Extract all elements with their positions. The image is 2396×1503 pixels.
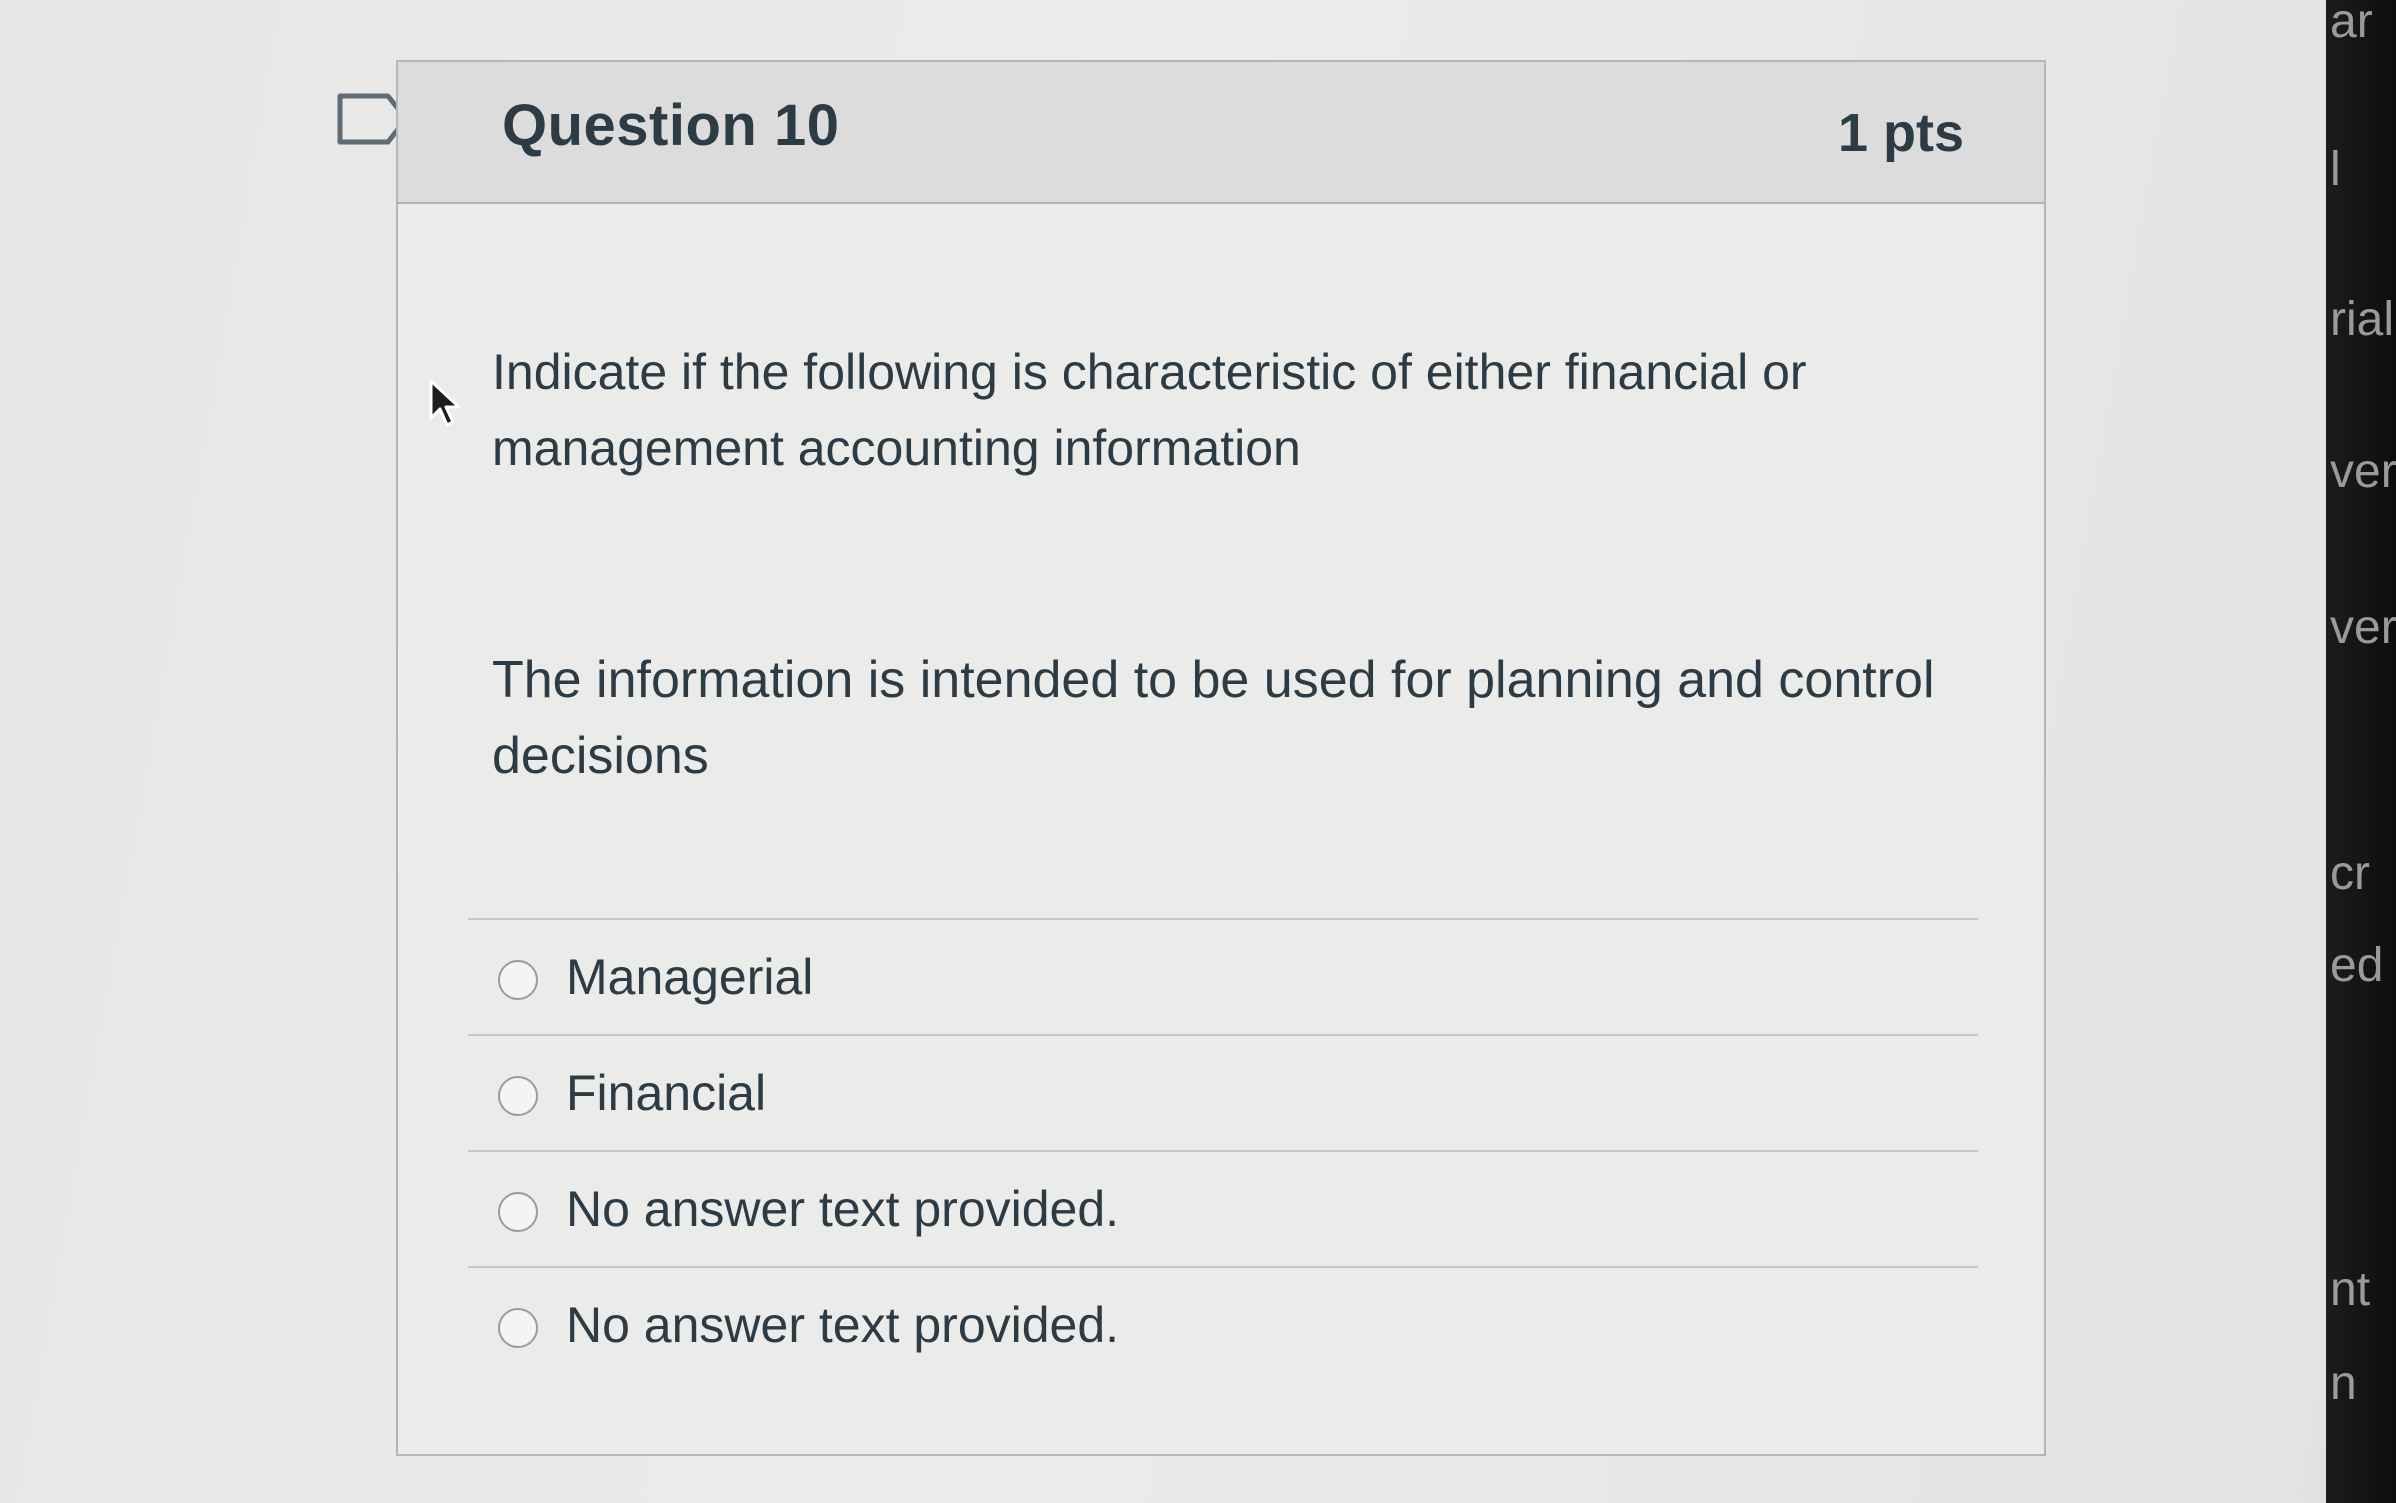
answer-option-financial[interactable]: Financial <box>468 1034 1978 1150</box>
question-card: Question 10 1 pts Indicate if the follow… <box>396 60 2046 1456</box>
answer-option-no-text-1[interactable]: No answer text provided. <box>468 1150 1978 1266</box>
question-statement: The information is intended to be used f… <box>492 651 1935 785</box>
answer-label[interactable]: No answer text provided. <box>566 1296 1119 1354</box>
side-text-fragment: ed <box>2330 939 2384 992</box>
question-prompt: Indicate if the following is characteris… <box>492 344 1807 476</box>
mouse-cursor-icon <box>429 379 461 427</box>
radio-button[interactable] <box>498 1076 538 1116</box>
radio-button[interactable] <box>498 1308 538 1348</box>
answer-option-no-text-2[interactable]: No answer text provided. <box>468 1266 1978 1382</box>
answer-label[interactable]: Financial <box>566 1064 766 1122</box>
radio-button[interactable] <box>498 960 538 1000</box>
side-text-fragment: cr <box>2330 847 2370 900</box>
side-text-fragment: n <box>2330 1357 2357 1410</box>
answer-option-managerial[interactable]: Managerial <box>468 918 1978 1034</box>
side-text-fragment: ver <box>2330 445 2396 498</box>
question-points: 1 pts <box>1837 103 1964 163</box>
answer-list: Managerial Financial No answer text prov… <box>468 918 1978 1382</box>
side-text-fragment: rial <box>2330 293 2395 346</box>
side-text-fragment: ver <box>2330 601 2396 654</box>
side-text-fragment: nt <box>2330 1263 2371 1316</box>
answer-label[interactable]: No answer text provided. <box>566 1180 1119 1238</box>
question-header: Question 10 1 pts <box>398 62 2044 204</box>
side-text-fragment: l <box>2330 143 2341 196</box>
radio-button[interactable] <box>498 1192 538 1232</box>
side-text-fragment: ar <box>2330 0 2373 48</box>
answer-label[interactable]: Managerial <box>566 948 813 1006</box>
question-title: Question 10 <box>502 93 840 158</box>
side-panel: ar l rial ver ver cr ed nt n <box>2326 0 2396 1503</box>
